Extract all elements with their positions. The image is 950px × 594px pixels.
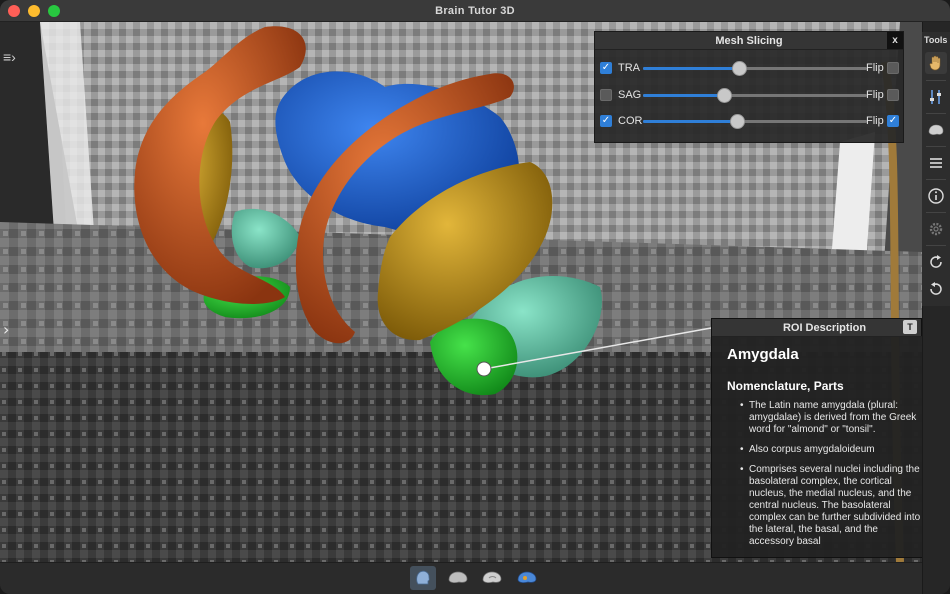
slice-label: SAG bbox=[618, 89, 642, 101]
app-window: Brain Tutor 3D ≡› › Mesh Slicing x ✓ TRA… bbox=[0, 0, 950, 594]
slice-row-tra: ✓ TRA Flip bbox=[595, 59, 905, 79]
structure-name: Amygdala bbox=[727, 346, 799, 363]
zoom-window-button[interactable] bbox=[48, 5, 60, 17]
section-heading: Nomenclature, Parts bbox=[727, 379, 844, 393]
slider-fill bbox=[643, 120, 738, 123]
roi-panel-title: ROI Description bbox=[782, 321, 867, 334]
mesh-slicing-panel: Mesh Slicing x ✓ TRA Flip SAG Flip ✓ COR Flip ✓ bbox=[594, 31, 904, 143]
window-controls bbox=[8, 5, 60, 17]
tool-separator bbox=[926, 245, 946, 246]
description-list: The Latin name amygdala (plural: amygdal… bbox=[727, 400, 924, 548]
cor-slider[interactable] bbox=[643, 114, 867, 129]
slice-label: COR bbox=[618, 115, 643, 127]
roi-header[interactable]: ROI Description T x bbox=[712, 319, 937, 337]
tra-flip-checkbox[interactable] bbox=[887, 62, 899, 74]
minimize-window-button[interactable] bbox=[28, 5, 40, 17]
flip-label: Flip bbox=[866, 115, 884, 127]
head-view-icon[interactable] bbox=[410, 566, 436, 590]
rotate-ccw-icon[interactable] bbox=[925, 278, 947, 300]
text-size-button[interactable]: T bbox=[903, 320, 917, 334]
title-bar: Brain Tutor 3D bbox=[0, 0, 950, 22]
hand-icon[interactable] bbox=[925, 52, 947, 74]
slider-fill bbox=[643, 67, 740, 70]
sliders-icon[interactable] bbox=[925, 86, 947, 108]
cor-enable-checkbox[interactable]: ✓ bbox=[600, 115, 612, 127]
sag-slider[interactable] bbox=[643, 88, 867, 103]
slider-knob[interactable] bbox=[716, 88, 732, 103]
roi-content: Amygdala Nomenclature, Parts The Latin n… bbox=[712, 338, 924, 557]
tool-separator bbox=[926, 179, 946, 180]
tool-separator bbox=[926, 146, 946, 147]
mesh-slicing-header[interactable]: Mesh Slicing x bbox=[595, 32, 903, 50]
gear-icon[interactable] bbox=[925, 218, 947, 240]
tool-separator bbox=[926, 113, 946, 114]
flip-label: Flip bbox=[866, 89, 884, 101]
expand-left-panel-icon[interactable]: › bbox=[3, 320, 9, 339]
list-item: The Latin name amygdala (plural: amygdal… bbox=[740, 400, 924, 436]
brain-icon[interactable] bbox=[925, 119, 947, 141]
list-icon[interactable] bbox=[925, 152, 947, 174]
list-item: Also corpus amygdaloideum bbox=[740, 444, 924, 456]
list-item: Comprises several nuclei including the b… bbox=[740, 464, 924, 548]
tra-slider[interactable] bbox=[643, 61, 867, 76]
tra-enable-checkbox[interactable]: ✓ bbox=[600, 62, 612, 74]
cor-flip-checkbox[interactable]: ✓ bbox=[887, 115, 899, 127]
sag-enable-checkbox[interactable] bbox=[600, 89, 612, 101]
brain-lateral-icon[interactable] bbox=[445, 566, 471, 590]
slider-fill bbox=[643, 94, 724, 97]
brain-medial-icon[interactable] bbox=[479, 566, 505, 590]
flip-label: Flip bbox=[866, 62, 884, 74]
slice-row-cor: ✓ COR Flip ✓ bbox=[595, 112, 905, 132]
roi-description-panel: ROI Description T x Amygdala Nomenclatur… bbox=[711, 318, 938, 558]
mesh-slicing-close-button[interactable]: x bbox=[887, 32, 903, 49]
tools-label: Tools bbox=[924, 35, 948, 45]
mesh-slicing-title: Mesh Slicing bbox=[715, 34, 783, 47]
info-icon[interactable] bbox=[925, 185, 947, 207]
rotate-cw-icon[interactable] bbox=[925, 251, 947, 273]
slider-knob[interactable] bbox=[730, 114, 746, 129]
slice-row-sag: SAG Flip bbox=[595, 86, 905, 106]
window-title: Brain Tutor 3D bbox=[435, 4, 515, 17]
brain-colored-icon[interactable] bbox=[514, 566, 540, 590]
tool-separator bbox=[926, 212, 946, 213]
slice-label: TRA bbox=[618, 62, 640, 74]
menu-toggle-icon[interactable]: ≡› bbox=[3, 50, 25, 66]
sag-flip-checkbox[interactable] bbox=[887, 89, 899, 101]
close-window-button[interactable] bbox=[8, 5, 20, 17]
slider-knob[interactable] bbox=[732, 61, 748, 76]
tool-separator bbox=[926, 80, 946, 81]
